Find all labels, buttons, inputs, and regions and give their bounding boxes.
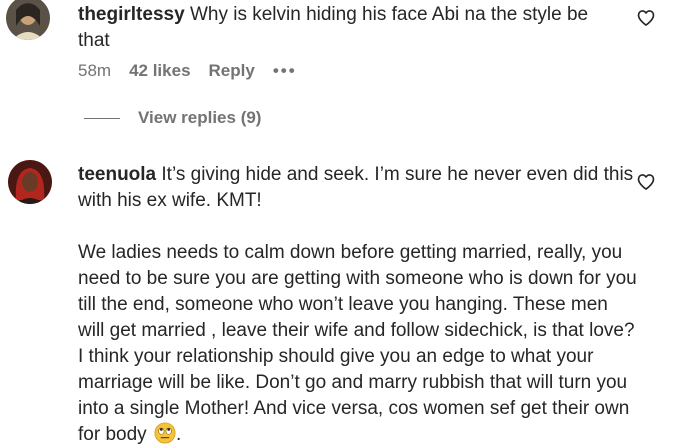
comment-time: 58m <box>78 61 112 80</box>
likes-count[interactable]: 42 likes <box>129 61 190 81</box>
comment-text: It’s giving hide and seek. I’m sure he n… <box>78 164 634 211</box>
comment-username[interactable]: teenuola <box>78 164 156 185</box>
comment-text-end: . <box>175 424 182 445</box>
comment-username[interactable]: thegirltessy <box>78 4 185 25</box>
comment-text-paragraph: We ladies needs to calm down before gett… <box>78 242 637 445</box>
reply-button[interactable]: Reply <box>209 61 255 81</box>
avatar-thegirltessy[interactable] <box>6 0 50 40</box>
more-options-icon[interactable]: ••• <box>273 61 297 81</box>
user-avatar-image <box>6 0 50 40</box>
comment-meta: 58m 42 likes Reply ••• <box>78 60 315 82</box>
like-button[interactable] <box>636 172 656 192</box>
like-button[interactable] <box>636 8 656 28</box>
heart-outline-icon <box>637 174 655 190</box>
view-replies-button[interactable]: View replies (9) <box>84 106 261 130</box>
view-replies-label: View replies (9) <box>138 108 262 127</box>
avatar-teenuola[interactable] <box>8 160 52 204</box>
comment-body: thegirltessy Why is kelvin hiding his fa… <box>78 2 598 54</box>
heart-outline-icon <box>637 10 655 26</box>
replies-divider <box>84 117 120 119</box>
comment-body: teenuola It’s giving hide and seek. I’m … <box>78 162 638 448</box>
eye-roll-emoji-icon <box>154 422 176 444</box>
user-avatar-image <box>8 160 52 204</box>
